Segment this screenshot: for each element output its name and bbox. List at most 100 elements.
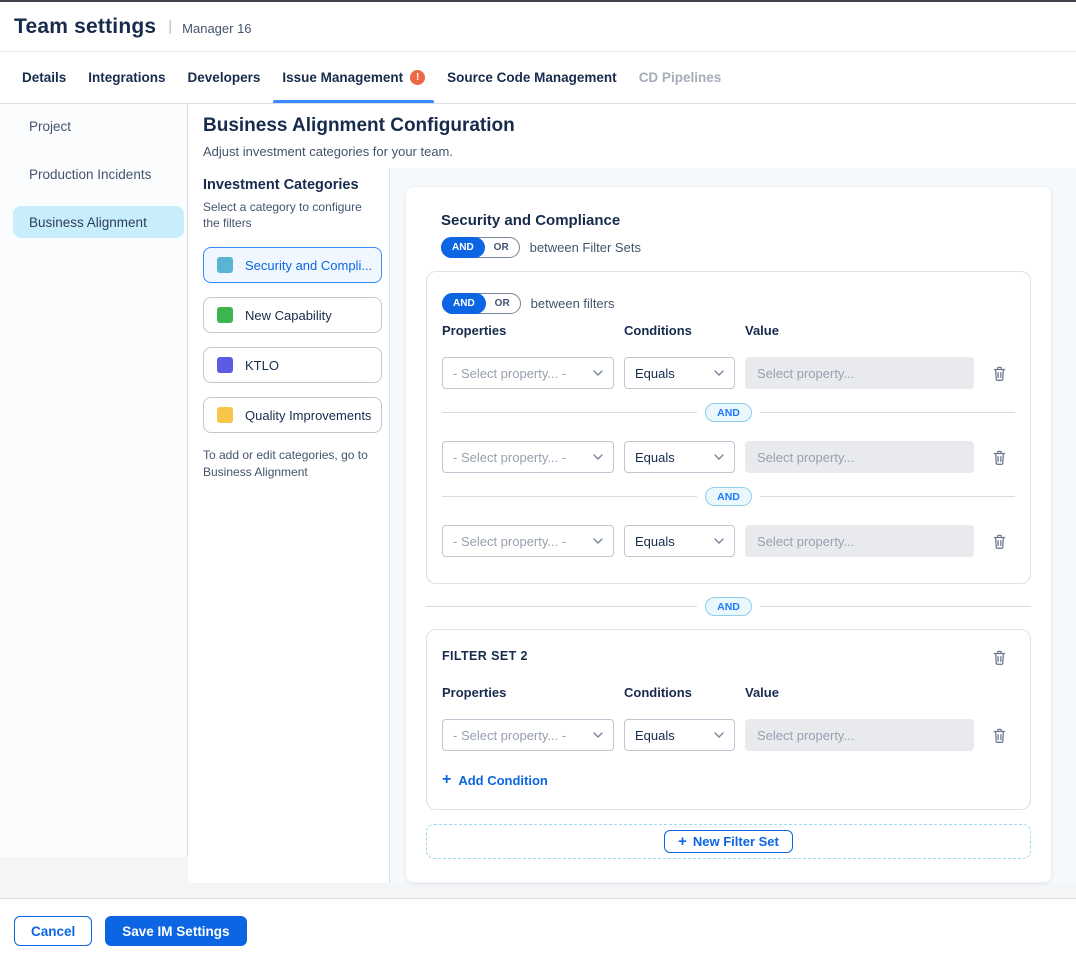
trash-icon: [991, 449, 1008, 466]
condition-select[interactable]: Equals: [624, 441, 735, 473]
category-color-swatch: [217, 307, 233, 323]
tab-details[interactable]: Details: [11, 52, 77, 103]
tab-source-code-management[interactable]: Source Code Management: [436, 52, 628, 103]
category-ktlo[interactable]: KTLO: [203, 347, 382, 383]
trash-icon: [991, 727, 1008, 744]
categories-heading: Investment Categories: [203, 177, 377, 193]
properties-column-header: Properties: [442, 323, 614, 338]
chevron-down-icon: [714, 370, 724, 376]
value-input: [745, 719, 974, 751]
and-or-toggle: AND OR: [442, 293, 521, 314]
tab-bar: Details Integrations Developers Issue Ma…: [0, 52, 1076, 104]
plus-icon: +: [678, 834, 687, 849]
filter-sets-operator-row: AND OR between Filter Sets: [441, 237, 1031, 258]
delete-condition-button[interactable]: [989, 531, 1010, 552]
delete-condition-button[interactable]: [989, 447, 1010, 468]
category-security-and-compliance[interactable]: Security and Compli...: [203, 247, 382, 283]
section-title: Business Alignment Configuration: [203, 115, 1076, 137]
team-name: Manager 16: [182, 18, 251, 36]
or-toggle-option[interactable]: OR: [485, 298, 520, 309]
value-input: [745, 357, 974, 389]
trash-icon: [991, 533, 1008, 550]
or-toggle-option[interactable]: OR: [484, 242, 519, 253]
chevron-down-icon: [714, 538, 724, 544]
condition-select[interactable]: Equals: [624, 719, 735, 751]
configuration-content: Security and Compliance AND OR between F…: [390, 168, 1076, 883]
between-filters-label: between filters: [531, 296, 615, 311]
title-divider: |: [168, 18, 172, 35]
and-toggle-option[interactable]: AND: [441, 237, 485, 258]
investment-categories-panel: Investment Categories Select a category …: [188, 168, 390, 883]
sidebar-item-project[interactable]: Project: [13, 110, 184, 142]
condition-row: - Select property... - Equals: [442, 357, 1015, 389]
filter-set-2-title: FILTER SET 2: [442, 647, 528, 663]
delete-filter-set-button[interactable]: [989, 647, 1010, 668]
and-row-separator: AND: [442, 403, 1015, 422]
category-quality-improvements[interactable]: Quality Improvements: [203, 397, 382, 433]
plus-icon: +: [442, 772, 451, 788]
condition-select[interactable]: Equals: [624, 357, 735, 389]
settings-sidebar: Project Production Incidents Business Al…: [0, 104, 188, 857]
condition-select[interactable]: Equals: [624, 525, 735, 557]
category-config-card: Security and Compliance AND OR between F…: [405, 186, 1052, 883]
categories-helper-text: Select a category to configure the filte…: [203, 199, 371, 231]
delete-condition-button[interactable]: [989, 363, 1010, 384]
sidebar-item-production-incidents[interactable]: Production Incidents: [13, 158, 184, 190]
delete-condition-button[interactable]: [989, 725, 1010, 746]
property-select[interactable]: - Select property... -: [442, 441, 614, 473]
new-filter-set-dropzone: + New Filter Set: [426, 824, 1031, 859]
categories-footnote: To add or edit categories, go to Busines…: [203, 447, 373, 481]
property-select[interactable]: - Select property... -: [442, 719, 614, 751]
conditions-column-header: Conditions: [624, 685, 735, 700]
and-separator-pill: AND: [705, 597, 752, 616]
chevron-down-icon: [714, 454, 724, 460]
chevron-down-icon: [593, 732, 603, 738]
and-set-separator: AND: [426, 597, 1031, 616]
value-column-header: Value: [745, 323, 779, 338]
between-filter-sets-label: between Filter Sets: [530, 240, 641, 255]
chevron-down-icon: [593, 370, 603, 376]
page-head: Business Alignment Configuration Adjust …: [188, 104, 1076, 168]
value-input: [745, 525, 974, 557]
tab-developers[interactable]: Developers: [177, 52, 272, 103]
condition-row: - Select property... - Equals: [442, 441, 1015, 473]
tab-cd-pipelines: CD Pipelines: [628, 52, 733, 103]
new-filter-set-button[interactable]: + New Filter Set: [664, 830, 793, 853]
column-headers: Properties Conditions Value: [442, 685, 1015, 700]
and-separator-pill: AND: [705, 487, 752, 506]
value-input: [745, 441, 974, 473]
category-color-swatch: [217, 257, 233, 273]
and-toggle-option[interactable]: AND: [442, 293, 486, 314]
and-or-toggle: AND OR: [441, 237, 520, 258]
cancel-button[interactable]: Cancel: [14, 916, 92, 946]
conditions-column-header: Conditions: [624, 323, 735, 338]
trash-icon: [991, 649, 1008, 666]
property-select[interactable]: - Select property... -: [442, 357, 614, 389]
filter-set-1: AND OR between filters Properties Condit…: [426, 271, 1031, 584]
section-subtitle: Adjust investment categories for your te…: [203, 144, 1076, 159]
trash-icon: [991, 365, 1008, 382]
filters-operator-row: AND OR between filters: [442, 293, 1015, 314]
condition-row: - Select property... - Equals: [442, 525, 1015, 557]
column-headers: Properties Conditions Value: [442, 323, 1015, 338]
footer-actions: Cancel Save IM Settings: [0, 899, 1076, 946]
chevron-down-icon: [593, 538, 603, 544]
and-separator-pill: AND: [705, 403, 752, 422]
chevron-down-icon: [593, 454, 603, 460]
sidebar-item-business-alignment[interactable]: Business Alignment: [13, 206, 184, 238]
alert-badge-icon: !: [410, 70, 425, 85]
properties-column-header: Properties: [442, 685, 614, 700]
and-row-separator: AND: [442, 487, 1015, 506]
category-color-swatch: [217, 357, 233, 373]
save-im-settings-button[interactable]: Save IM Settings: [105, 916, 246, 946]
page-title: Team settings: [14, 15, 156, 39]
filter-set-2: FILTER SET 2 Properties Conditions Value: [426, 629, 1031, 810]
add-condition-button[interactable]: + Add Condition: [442, 772, 548, 788]
config-card-title: Security and Compliance: [441, 212, 1031, 229]
property-select[interactable]: - Select property... -: [442, 525, 614, 557]
category-new-capability[interactable]: New Capability: [203, 297, 382, 333]
tab-integrations[interactable]: Integrations: [77, 52, 176, 103]
chevron-down-icon: [714, 732, 724, 738]
window-header: Team settings | Manager 16: [0, 2, 1076, 52]
tab-issue-management[interactable]: Issue Management !: [271, 52, 436, 103]
